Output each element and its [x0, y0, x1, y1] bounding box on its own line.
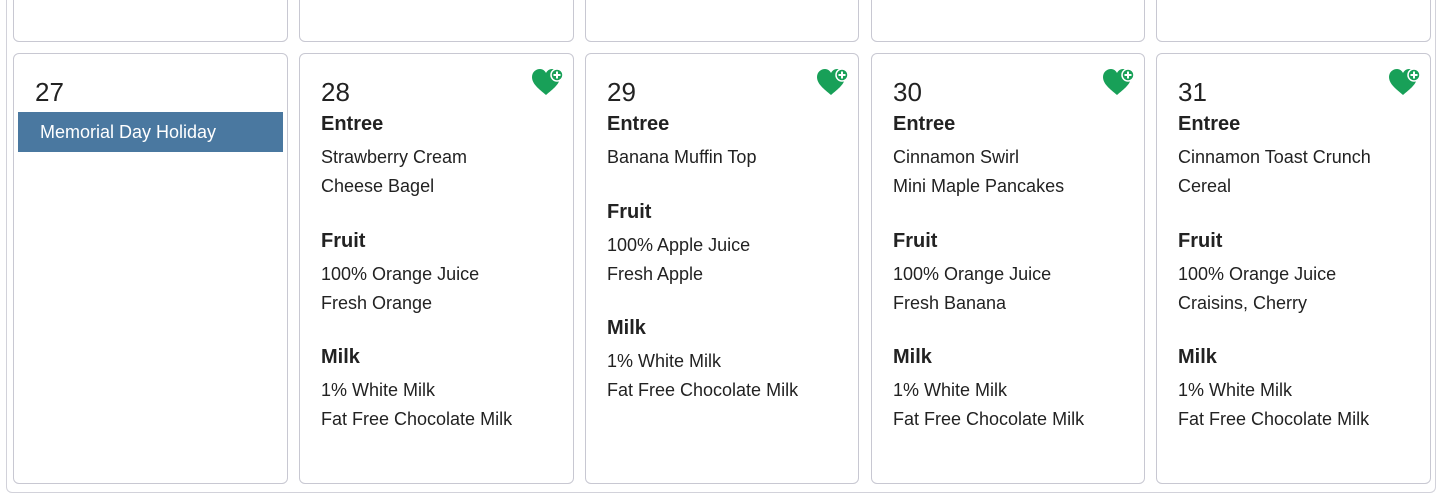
day-cell-prev-2[interactable] [299, 0, 574, 42]
milk-section: Milk 1% White Milk Fat Free Chocolate Mi… [1178, 345, 1422, 434]
day-number: 28 [321, 77, 350, 107]
milk-section: Milk 1% White Milk Fat Free Chocolate Mi… [893, 345, 1136, 434]
entree-section: Entree Cinnamon Swirl Mini Maple Pancake… [893, 112, 1136, 201]
menu-item: Fresh Apple [607, 264, 704, 284]
menu-item: 1% White Milk [321, 380, 436, 400]
section-title-milk: Milk [607, 317, 646, 339]
milk-section: Milk 1% White Milk Fat Free Chocolate Mi… [321, 345, 565, 434]
section-title-milk: Milk [893, 346, 932, 368]
entree-section: Entree Strawberry Cream Cheese Bagel [321, 112, 565, 201]
menu-item: Cinnamon Toast Crunch [1178, 147, 1371, 167]
menu-item: Mini Maple Pancakes [893, 176, 1065, 196]
entree-section: Entree Banana Muffin Top [607, 112, 850, 172]
menu-item: Cereal [1178, 176, 1232, 196]
menu-item: Fat Free Chocolate Milk [1178, 409, 1370, 429]
section-title-milk: Milk [321, 346, 360, 368]
menu-item: Cinnamon Swirl [893, 147, 1020, 167]
day-cell-31[interactable]: 31 Entree Cinnamon Toast Crunch Cereal F… [1156, 53, 1431, 484]
section-title-fruit: Fruit [607, 201, 652, 223]
menu-item: 1% White Milk [1178, 380, 1293, 400]
day-cell-30[interactable]: 30 Entree Cinnamon Swirl Mini Maple Panc… [871, 53, 1145, 484]
milk-section: Milk 1% White Milk Fat Free Chocolate Mi… [607, 316, 850, 405]
heart-plus-icon[interactable] [1102, 67, 1136, 97]
day-number: 31 [1178, 77, 1207, 107]
day-cell-prev-4[interactable] [871, 0, 1145, 42]
entree-section: Entree Cinnamon Toast Crunch Cereal [1178, 112, 1422, 201]
section-title-fruit: Fruit [321, 230, 366, 252]
section-title-entree: Entree [1178, 113, 1241, 135]
menu-item: Cheese Bagel [321, 176, 435, 196]
fruit-section: Fruit 100% Orange Juice Fresh Orange [321, 229, 565, 318]
day-cell-prev-3[interactable] [585, 0, 859, 42]
section-title-entree: Entree [321, 113, 384, 135]
day-number: 27 [35, 77, 64, 107]
section-title-fruit: Fruit [893, 230, 938, 252]
day-cell-prev-1[interactable] [13, 0, 288, 42]
menu-item: 100% Orange Juice [893, 264, 1052, 284]
heart-plus-icon[interactable] [816, 67, 850, 97]
menu-item: 100% Orange Juice [321, 264, 480, 284]
fruit-section: Fruit 100% Orange Juice Fresh Banana [893, 229, 1136, 318]
holiday-banner: Memorial Day Holiday [18, 112, 283, 152]
section-title-entree: Entree [893, 113, 956, 135]
menu-item: 1% White Milk [893, 380, 1008, 400]
menu-item: Fat Free Chocolate Milk [893, 409, 1085, 429]
menu-item: 100% Orange Juice [1178, 264, 1337, 284]
day-cell-prev-5[interactable] [1156, 0, 1431, 42]
menu-item: Banana Muffin Top [607, 147, 757, 167]
heart-plus-icon[interactable] [531, 67, 565, 97]
section-title-fruit: Fruit [1178, 230, 1223, 252]
menu-item: Craisins, Cherry [1178, 293, 1308, 313]
menu-item: Fresh Orange [321, 293, 433, 313]
heart-plus-icon[interactable] [1388, 67, 1422, 97]
day-number: 30 [893, 77, 922, 107]
menu-item: Fresh Banana [893, 293, 1007, 313]
menu-item: Fat Free Chocolate Milk [321, 409, 513, 429]
day-cell-28[interactable]: 28 Entree Strawberry Cream Cheese Bagel … [299, 53, 574, 484]
day-number: 29 [607, 77, 636, 107]
menu-item: 1% White Milk [607, 351, 722, 371]
fruit-section: Fruit 100% Apple Juice Fresh Apple [607, 200, 850, 289]
section-title-milk: Milk [1178, 346, 1217, 368]
menu-item: Strawberry Cream [321, 147, 468, 167]
day-cell-29[interactable]: 29 Entree Banana Muffin Top Fruit 100% A… [585, 53, 859, 484]
menu-item: Fat Free Chocolate Milk [607, 380, 799, 400]
menu-item: 100% Apple Juice [607, 235, 751, 255]
section-title-entree: Entree [607, 113, 670, 135]
day-cell-27[interactable]: 27 Memorial Day Holiday [13, 53, 288, 484]
fruit-section: Fruit 100% Orange Juice Craisins, Cherry [1178, 229, 1422, 318]
